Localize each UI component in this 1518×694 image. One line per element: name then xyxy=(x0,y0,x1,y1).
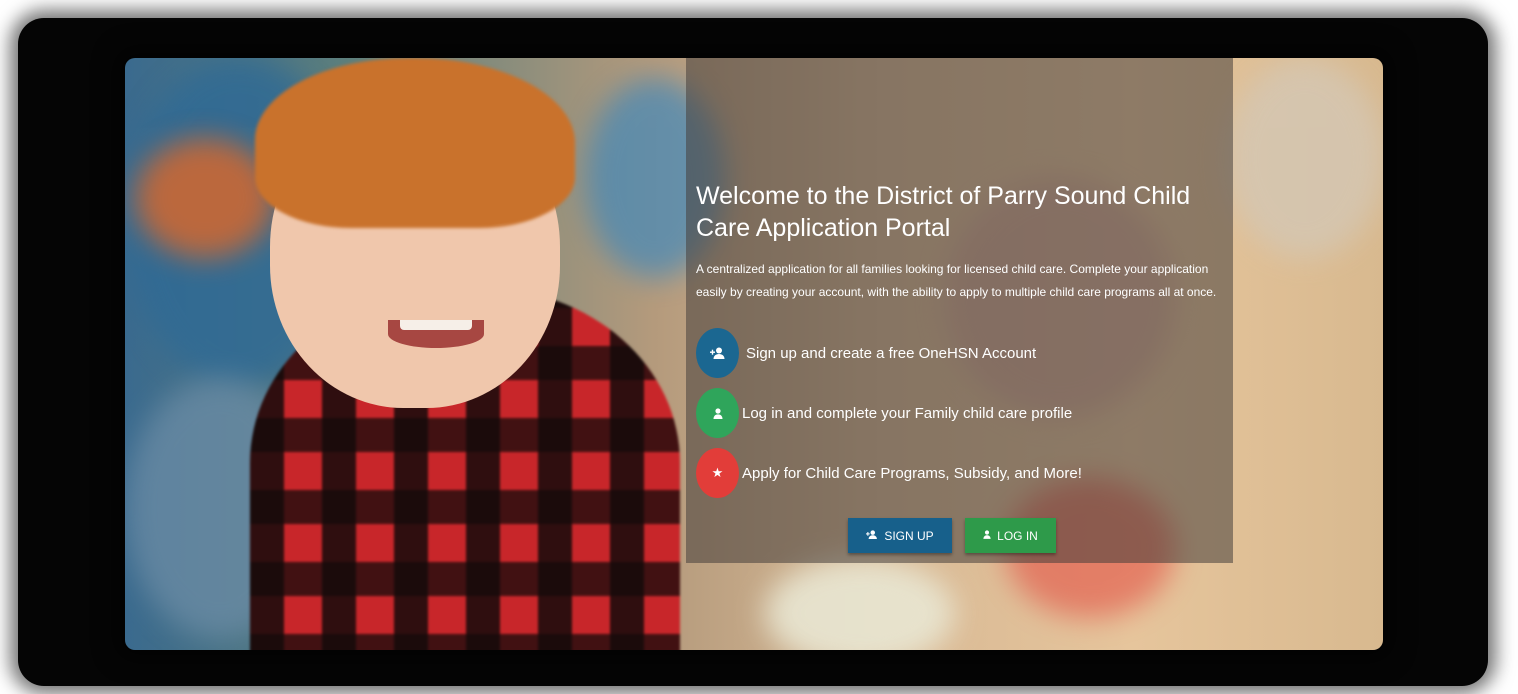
star-icon: ★ xyxy=(696,448,739,498)
background-blur xyxy=(1225,58,1383,258)
user-icon xyxy=(983,529,991,542)
background-blur xyxy=(765,558,955,650)
log-in-button[interactable]: LOG IN xyxy=(965,518,1056,553)
child-figure xyxy=(245,58,685,650)
step-signup: Sign up and create a free OneHSN Account xyxy=(696,328,1036,378)
log-in-label: LOG IN xyxy=(997,528,1038,543)
step-label: Log in and complete your Family child ca… xyxy=(742,404,1073,422)
add-user-icon xyxy=(696,328,739,378)
step-label: Apply for Child Care Programs, Subsidy, … xyxy=(742,464,1082,482)
child-hair xyxy=(255,58,575,228)
step-login: Log in and complete your Family child ca… xyxy=(696,388,1072,438)
page-title: Welcome to the District of Parry Sound C… xyxy=(696,182,1191,242)
sign-up-label: SIGN UP xyxy=(884,528,934,543)
mouth xyxy=(388,320,484,348)
sign-up-button[interactable]: SIGN UP xyxy=(848,518,952,553)
add-user-icon xyxy=(866,529,878,542)
intro-description: A centralized application for all famili… xyxy=(696,262,1217,299)
welcome-card: Welcome to the District of Parry Sound C… xyxy=(686,58,1233,563)
step-label: Sign up and create a free OneHSN Account xyxy=(746,344,1037,362)
user-icon xyxy=(696,388,739,438)
step-apply: ★ Apply for Child Care Programs, Subsidy… xyxy=(696,448,1082,498)
